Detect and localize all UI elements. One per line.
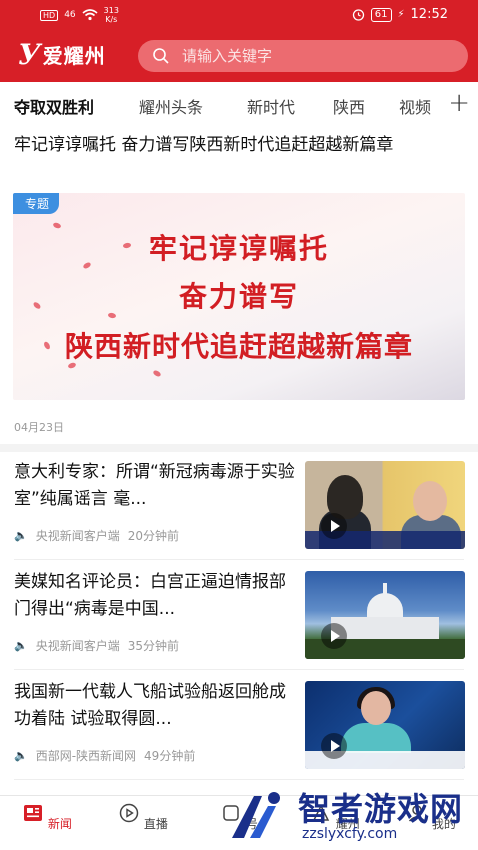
petal-decoration xyxy=(107,312,117,319)
alarm-icon xyxy=(352,9,364,21)
news-item[interactable]: 我国新一代载人飞船试验船返回舱成功着陆 试验取得圆... 🔈 西部网-陕西新闻网… xyxy=(0,679,478,789)
live-play-icon xyxy=(119,803,139,823)
clock: 12:52 xyxy=(410,7,448,22)
news-thumbnail xyxy=(305,571,465,659)
news-item[interactable]: 美媒知名评论员：白宫正逼迫情报部门得出“病毒是中国... 🔈 央视新闻客户端 3… xyxy=(0,569,478,679)
nav-label: 新闻 xyxy=(47,817,72,831)
news-meta: 🔈 央视新闻客户端 35分钟前 xyxy=(14,637,179,654)
watermark-url: zzslyxcfy.com xyxy=(302,826,398,842)
signal-indicator: 46 xyxy=(64,10,76,20)
featured-date: 04月23日 xyxy=(14,421,64,434)
charging-icon: ⚡ xyxy=(397,9,405,20)
logo-mark: У xyxy=(18,37,41,71)
logo-text: 爱耀州 xyxy=(42,43,106,68)
tab-shaanxi[interactable]: 陕西 xyxy=(333,94,365,118)
status-bar: HD 46 313 K/s 61 ⚡ 12:52 xyxy=(0,0,478,30)
tab-yaozhou-toutiao[interactable]: 耀州头条 xyxy=(139,94,203,118)
banner-line-3: 陕西新时代追赶超越新篇章 xyxy=(64,330,413,363)
news-title: 我国新一代载人飞船试验船返回舱成功着陆 试验取得圆... xyxy=(14,682,286,729)
net-speed: 313 K/s xyxy=(103,6,119,24)
hd-indicator: HD xyxy=(40,9,59,21)
news-item[interactable]: 意大利专家：所谓“新冠病毒源于实验室”纯属谣言 毫... 🔈 央视新闻客户端 2… xyxy=(0,459,478,569)
nav-live[interactable]: 直播 xyxy=(108,802,178,832)
search-bar[interactable] xyxy=(138,40,468,72)
petal-decoration xyxy=(67,361,77,370)
play-icon[interactable] xyxy=(321,623,347,649)
tab-xinshidai[interactable]: 新时代 xyxy=(247,94,295,118)
watermark: 智者游戏网 zzslyxcfy.com xyxy=(220,782,478,850)
divider xyxy=(14,559,464,560)
play-icon[interactable] xyxy=(321,733,347,759)
app-logo[interactable]: У 爱耀州 xyxy=(18,37,106,71)
news-thumbnail xyxy=(305,681,465,769)
news-time: 35分钟前 xyxy=(127,639,179,653)
speaker-icon: 🔈 xyxy=(14,529,28,542)
banner-line-1: 牢记谆谆嘱托 xyxy=(148,232,329,265)
news-time: 20分钟前 xyxy=(127,529,179,543)
divider xyxy=(14,779,464,780)
battery-indicator: 61 xyxy=(370,7,392,22)
speaker-icon: 🔈 xyxy=(14,639,28,652)
search-input[interactable] xyxy=(182,47,442,65)
search-icon xyxy=(153,48,169,64)
wifi-icon xyxy=(82,9,98,21)
app-header: HD 46 313 K/s 61 ⚡ 12:52 У 爱耀州 xyxy=(0,0,478,82)
news-title: 美媒知名评论员：白宫正逼迫情报部门得出“病毒是中国... xyxy=(14,572,286,619)
tab-duoqu-shuangshengli[interactable]: 夺取双胜利 xyxy=(14,94,94,118)
tab-video[interactable]: 视频 xyxy=(399,94,431,118)
play-icon[interactable] xyxy=(321,513,347,539)
news-source: 西部网-陕西新闻网 xyxy=(35,749,137,763)
news-icon xyxy=(24,805,43,821)
featured-banner[interactable]: 专题 牢记谆谆嘱托 奋力谱写 陕西新时代追赶超越新篇章 xyxy=(13,193,465,400)
watermark-logo-icon xyxy=(232,792,280,838)
news-thumbnail xyxy=(305,461,465,549)
nav-label: 直播 xyxy=(143,817,168,831)
topic-tag: 专题 xyxy=(13,193,60,214)
add-channel-icon[interactable]: + xyxy=(448,88,470,118)
news-time: 49分钟前 xyxy=(144,749,196,763)
channel-tabs: 夺取双胜利 耀州头条 新时代 陕西 视频 + xyxy=(0,82,478,126)
nav-news[interactable]: 新闻 xyxy=(12,802,82,832)
news-source: 央视新闻客户端 xyxy=(35,639,120,653)
speaker-icon: 🔈 xyxy=(14,749,28,762)
news-meta: 🔈 西部网-陕西新闻网 49分钟前 xyxy=(14,747,195,764)
watermark-text: 智者游戏网 xyxy=(298,790,464,828)
section-separator xyxy=(0,444,478,452)
news-title: 意大利专家：所谓“新冠病毒源于实验室”纯属谣言 毫... xyxy=(14,462,295,509)
petal-decoration xyxy=(152,369,162,378)
banner-line-2: 奋力谱写 xyxy=(178,280,299,313)
news-meta: 🔈 央视新闻客户端 20分钟前 xyxy=(14,527,179,544)
divider xyxy=(14,669,464,670)
featured-headline[interactable]: 牢记谆谆嘱托 奋力谱写陕西新时代追赶超越新篇章 xyxy=(14,133,469,158)
news-source: 央视新闻客户端 xyxy=(35,529,120,543)
